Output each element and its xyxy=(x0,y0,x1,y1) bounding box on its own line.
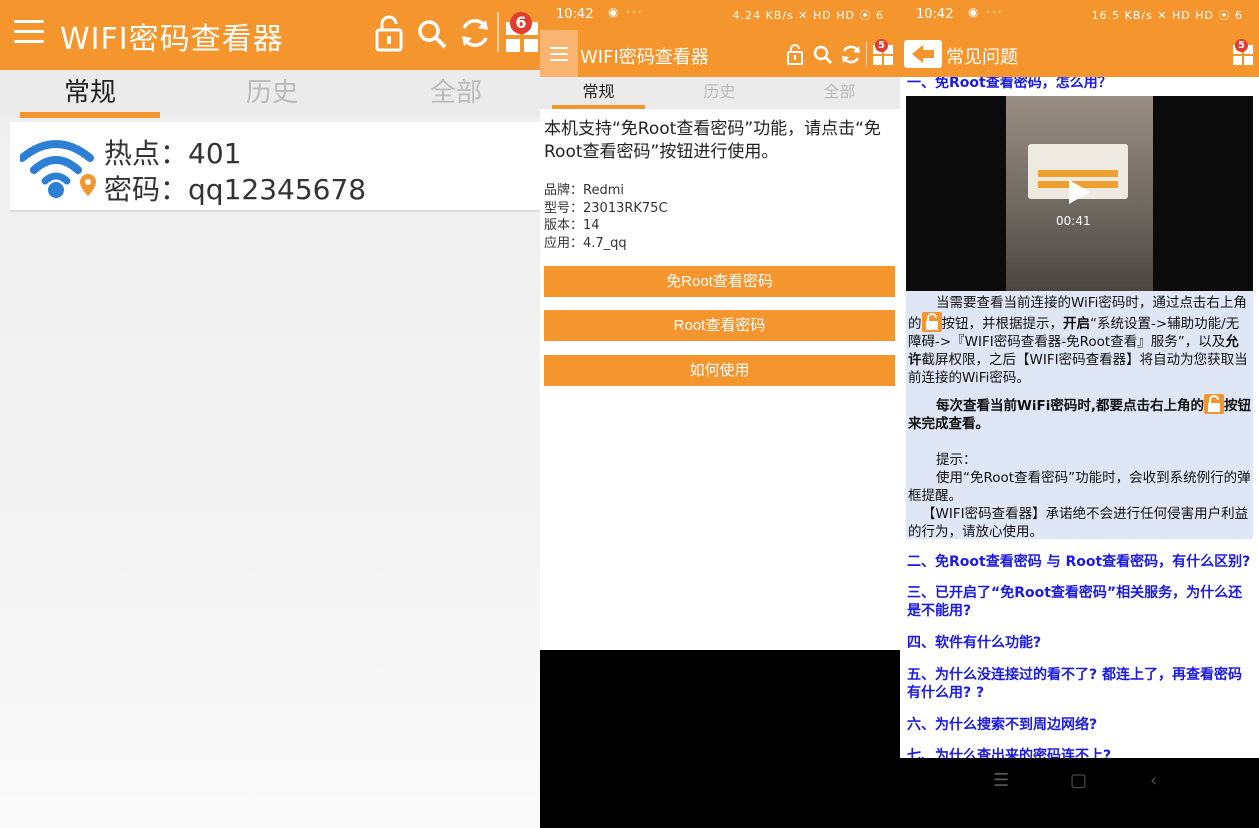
faq-question-5[interactable]: 五、为什么没连接过的看不了? 都连上了，再查看密码有什么用? ? xyxy=(907,666,1252,702)
intro-text: 本机支持“免Root查看密码”功能，请点击“免Root查看密码”按钮进行使用。 xyxy=(544,119,881,162)
faq-question-6[interactable]: 六、为什么搜索不到周边网络? xyxy=(907,716,1252,734)
recents-icon[interactable]: ☰ xyxy=(993,770,1009,791)
tab-general-label: 常规 xyxy=(582,82,615,101)
tab-all[interactable]: 全部 xyxy=(793,77,886,109)
tab-general-label: 常规 xyxy=(63,78,116,108)
app-toolbar: 10:42 ◉ ··· 4.24 KB/s ✕ HD HD ⦿ 6 WIFI密码… xyxy=(540,0,900,77)
tab-all[interactable]: 全部 xyxy=(386,70,526,118)
notification-badge: 5 xyxy=(1235,39,1248,52)
faq-question-1[interactable]: 一、免Root查看密码，怎么用？ xyxy=(907,77,1252,92)
home-icon[interactable]: ▢ xyxy=(1070,770,1087,791)
faq-answer-1: 当需要查看当前连接的WiFi密码时，通过点击右上角的 按钮，并根据提示，开启“系统… xyxy=(906,291,1253,540)
tab-general[interactable]: 常规 xyxy=(20,70,160,118)
panel-general: 10:42 ◉ ··· 4.24 KB/s ✕ HD HD ⦿ 6 WIFI密码… xyxy=(540,0,900,828)
status-notification-icons: ◉ ··· xyxy=(968,5,1004,19)
video-bar xyxy=(1038,170,1118,177)
search-icon[interactable] xyxy=(416,18,448,50)
tutorial-video[interactable]: 00:41 xyxy=(906,96,1253,291)
wifi-location-icon xyxy=(20,140,96,198)
tab-history[interactable]: 历史 xyxy=(202,70,342,118)
tab-bar: 常规 历史 全部 xyxy=(0,70,540,118)
unlock-icon xyxy=(921,312,942,332)
app-toolbar: WIFI密码查看器 6 xyxy=(0,0,540,70)
tip-1: 使用“免Root查看密码”功能时，会收到系统例行的弹框提醒。 xyxy=(908,470,1251,504)
status-bar: 10:42 ◉ ··· 16.5 KB/s ✕ HD HD ⦿ 6 xyxy=(900,0,1259,30)
menu-icon[interactable] xyxy=(14,20,44,46)
answer-text: 截屏权限，之后【WIFI密码查看器】将自动为您获取当前连接的WiFi密码。 xyxy=(908,352,1248,386)
hotspot-line: 热点：401 xyxy=(104,132,241,172)
tab-history-label: 历史 xyxy=(245,78,298,108)
tab-general[interactable]: 常规 xyxy=(552,77,645,109)
faq-question-4[interactable]: 四、软件有什么功能? xyxy=(907,634,1252,652)
app-title: WIFI密码查看器 xyxy=(60,22,284,57)
unlock-icon xyxy=(1204,394,1224,414)
wifi-entry-card[interactable]: 热点：401 密码：qq12345678 xyxy=(10,122,540,212)
hotspot-label: 热点： xyxy=(104,137,189,170)
unlock-icon[interactable] xyxy=(786,43,804,65)
system-back-icon[interactable]: ‹ xyxy=(1150,770,1157,791)
faq-title: 常见问题 xyxy=(946,47,1018,68)
refresh-icon[interactable] xyxy=(458,16,492,50)
status-bar: 10:42 ◉ ··· 4.24 KB/s ✕ HD HD ⦿ 6 xyxy=(540,0,900,30)
tab-all-label: 全部 xyxy=(429,78,482,108)
toolbar-divider xyxy=(497,12,499,52)
rootless-view-password-button[interactable]: 免Root查看密码 xyxy=(544,266,895,297)
password-line: 密码：qq12345678 xyxy=(104,168,366,208)
menu-icon[interactable] xyxy=(550,47,568,65)
refresh-icon[interactable] xyxy=(841,44,862,65)
hotspot-value: 401 xyxy=(188,137,242,170)
panel-general-zoomed: WIFI密码查看器 6 常规 历史 全部 热点：401 密码：qq1234567… xyxy=(0,0,540,828)
status-indicators: 4.24 KB/s ✕ HD HD ⦿ 6 xyxy=(732,9,884,22)
how-to-use-button[interactable]: 如何使用 xyxy=(544,355,895,386)
search-icon[interactable] xyxy=(813,45,833,65)
status-notification-icons: ◉ ··· xyxy=(608,5,644,19)
back-button[interactable] xyxy=(904,40,942,68)
answer-text: 每次查看当前WiFi密码时,都要点击右上角的 xyxy=(936,398,1204,414)
faq-question-2[interactable]: 二、免Root查看密码 与 Root查看密码，有什么区别? xyxy=(907,553,1252,571)
tip-title: 提示： xyxy=(936,452,977,468)
answer-paragraph-1: 当需要查看当前连接的WiFi密码时，通过点击右上角的 按钮，并根据提示，开启“系统… xyxy=(906,294,1253,387)
tab-history-label: 历史 xyxy=(703,82,736,101)
app-version: 应用：4.7_qq xyxy=(544,235,627,251)
faq-toolbar: 10:42 ◉ ··· 16.5 KB/s ✕ HD HD ⦿ 6 常见问题 5 xyxy=(900,0,1259,77)
tip-2: 【WIFI密码查看器】承诺绝不会进行任何侵害用户利益的行为，请放心使用。 xyxy=(908,506,1249,540)
status-time: 10:42 xyxy=(556,7,594,22)
video-duration: 00:41 xyxy=(1056,214,1091,228)
unlock-icon[interactable] xyxy=(374,14,404,52)
tab-all-label: 全部 xyxy=(823,82,856,101)
back-arrow-icon xyxy=(912,45,934,63)
tab-indicator xyxy=(20,112,160,118)
general-content: 本机支持“免Root查看密码”功能，请点击“免Root查看密码”按钮进行使用。 … xyxy=(540,109,900,650)
system-nav-bar: ☰ ▢ ‹ xyxy=(900,758,1259,828)
answer-paragraph-2: 每次查看当前WiFi密码时,都要点击右上角的 按钮来完成查看。 xyxy=(906,394,1253,433)
device-model: 型号：23013RK75C xyxy=(544,200,668,216)
faq-question-3[interactable]: 三、已开启了“免Root查看密码”相关服务，为什么还是不能用? xyxy=(907,584,1252,620)
tab-history[interactable]: 历史 xyxy=(673,77,766,109)
play-icon[interactable] xyxy=(1066,178,1092,206)
app-title: WIFI密码查看器 xyxy=(580,47,709,68)
toolbar-divider xyxy=(866,42,867,66)
status-indicators: 16.5 KB/s ✕ HD HD ⦿ 6 xyxy=(1091,9,1243,22)
device-brand: 品牌：Redmi xyxy=(544,183,624,198)
faq-question-7[interactable]: 七、为什么查出来的密码连不上? xyxy=(907,747,1252,758)
password-label: 密码： xyxy=(104,173,189,206)
device-version: 版本：14 xyxy=(544,218,600,233)
tab-bar: 常规 历史 全部 xyxy=(540,77,900,109)
faq-content: 一、免Root查看密码，怎么用？ 00:41 当需要查看当前连接的WiFi密码时… xyxy=(900,77,1259,758)
device-info: 品牌：Redmi 型号：23013RK75C 版本：14 应用：4.7_qq xyxy=(544,182,668,252)
status-time: 10:42 xyxy=(916,7,954,22)
panel-faq: 10:42 ◉ ··· 16.5 KB/s ✕ HD HD ⦿ 6 常见问题 5… xyxy=(900,0,1259,828)
notification-badge: 6 xyxy=(510,12,532,34)
root-view-password-button[interactable]: Root查看密码 xyxy=(544,310,895,341)
notification-badge: 5 xyxy=(875,39,888,52)
answer-text: 按钮，并根据提示， xyxy=(941,316,1064,332)
answer-emphasis: 开启 xyxy=(1063,316,1090,332)
password-value: qq12345678 xyxy=(188,173,367,206)
